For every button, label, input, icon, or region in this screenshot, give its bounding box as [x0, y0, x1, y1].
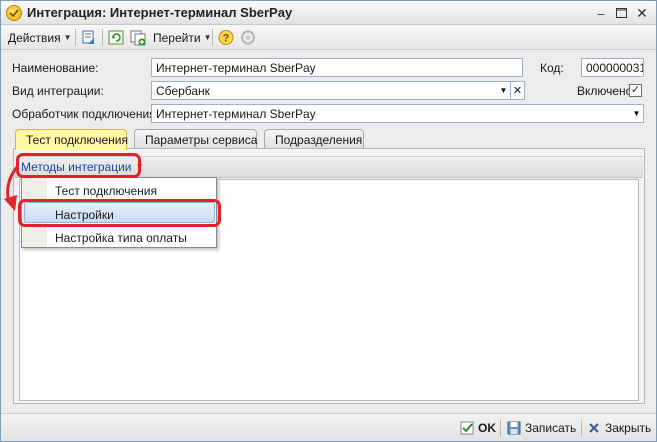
- enabled-label: Включено: [577, 84, 633, 98]
- actions-menu-button[interactable]: Действия ▼: [8, 28, 72, 47]
- name-label: Наименование:: [12, 61, 99, 75]
- maximize-icon[interactable]: [613, 5, 629, 21]
- integration-methods-button[interactable]: Методы интеграции ▼: [21, 158, 143, 175]
- goto-menu-button[interactable]: Перейти ▼: [153, 28, 211, 47]
- copy-icon[interactable]: [129, 29, 147, 46]
- bottom-divider: [581, 420, 582, 437]
- chevron-down-icon: ▼: [203, 33, 212, 42]
- bottom-bar: OK Записать Закрыть: [1, 413, 656, 441]
- integration-window: Интеграция: Интернет-терминал SberPay – …: [0, 0, 657, 442]
- chevron-down-icon[interactable]: ▼: [630, 105, 643, 122]
- menu-item-settings[interactable]: Настройки: [55, 208, 114, 222]
- close-window-icon[interactable]: ✕: [634, 5, 650, 21]
- integration-type-label: Вид интеграции:: [12, 84, 104, 98]
- menu-item-highlight: [24, 202, 215, 223]
- annotation-arrow-icon: [4, 166, 19, 211]
- handler-label: Обработчик подключения:: [12, 107, 159, 121]
- svg-text:?: ?: [223, 33, 230, 45]
- close-button[interactable]: Закрыть: [587, 419, 651, 437]
- save-button[interactable]: Записать: [507, 419, 576, 437]
- help-icon[interactable]: ?: [217, 29, 235, 46]
- integration-type-field[interactable]: Сбербанк ▼: [151, 81, 511, 100]
- refresh-icon[interactable]: [107, 29, 125, 46]
- chevron-down-icon[interactable]: ▼: [497, 82, 510, 99]
- checkmark-icon: [460, 421, 474, 435]
- toolbar: Действия ▼ Перейти ▼ ?: [1, 25, 656, 50]
- clear-field-button[interactable]: ✕: [510, 81, 525, 100]
- minimize-icon[interactable]: –: [593, 5, 609, 21]
- window-title: Интеграция: Интернет-терминал SberPay: [27, 5, 293, 20]
- save-icon: [507, 421, 521, 435]
- ok-button[interactable]: OK: [460, 419, 496, 437]
- code-field[interactable]: 000000031: [581, 58, 644, 77]
- handler-value: Интернет-терминал SberPay: [156, 107, 316, 121]
- menu-item-payment-type-setup[interactable]: Настройка типа оплаты: [55, 231, 187, 245]
- integration-methods-menu: Тест подключения Настройки Настройка тип…: [21, 177, 217, 248]
- title-bar: Интеграция: Интернет-терминал SberPay – …: [1, 1, 656, 25]
- app-logo-icon: [6, 5, 22, 21]
- save-label: Записать: [525, 421, 577, 435]
- integration-type-value: Сбербанк: [156, 84, 210, 98]
- tab-service-parameters[interactable]: Параметры сервиса: [134, 129, 257, 149]
- goto-label: Перейти: [153, 30, 201, 45]
- settings-disabled-icon: [239, 29, 257, 46]
- bottom-divider: [500, 420, 501, 437]
- integration-methods-label: Методы интеграции: [21, 159, 132, 174]
- code-label: Код:: [540, 61, 564, 75]
- enabled-checkbox[interactable]: ✓: [629, 84, 642, 97]
- handler-field[interactable]: Интернет-терминал SberPay ▼: [151, 104, 644, 123]
- chevron-down-icon: ▼: [135, 162, 144, 171]
- close-icon: [587, 421, 601, 435]
- ok-label: OK: [478, 421, 496, 435]
- tab-departments[interactable]: Подразделения: [264, 129, 364, 149]
- toolbar-divider: [102, 29, 103, 46]
- chevron-down-icon: ▼: [63, 33, 72, 42]
- close-label: Закрыть: [605, 421, 652, 435]
- name-field[interactable]: Интернет-терминал SberPay: [151, 58, 523, 77]
- actions-label: Действия: [8, 30, 61, 45]
- toolbar-divider: [75, 29, 76, 46]
- tab-connection-test[interactable]: Тест подключения: [15, 129, 128, 150]
- post-document-icon[interactable]: [80, 29, 98, 46]
- menu-item-connection-test[interactable]: Тест подключения: [55, 184, 157, 198]
- toolbar-divider: [212, 29, 213, 46]
